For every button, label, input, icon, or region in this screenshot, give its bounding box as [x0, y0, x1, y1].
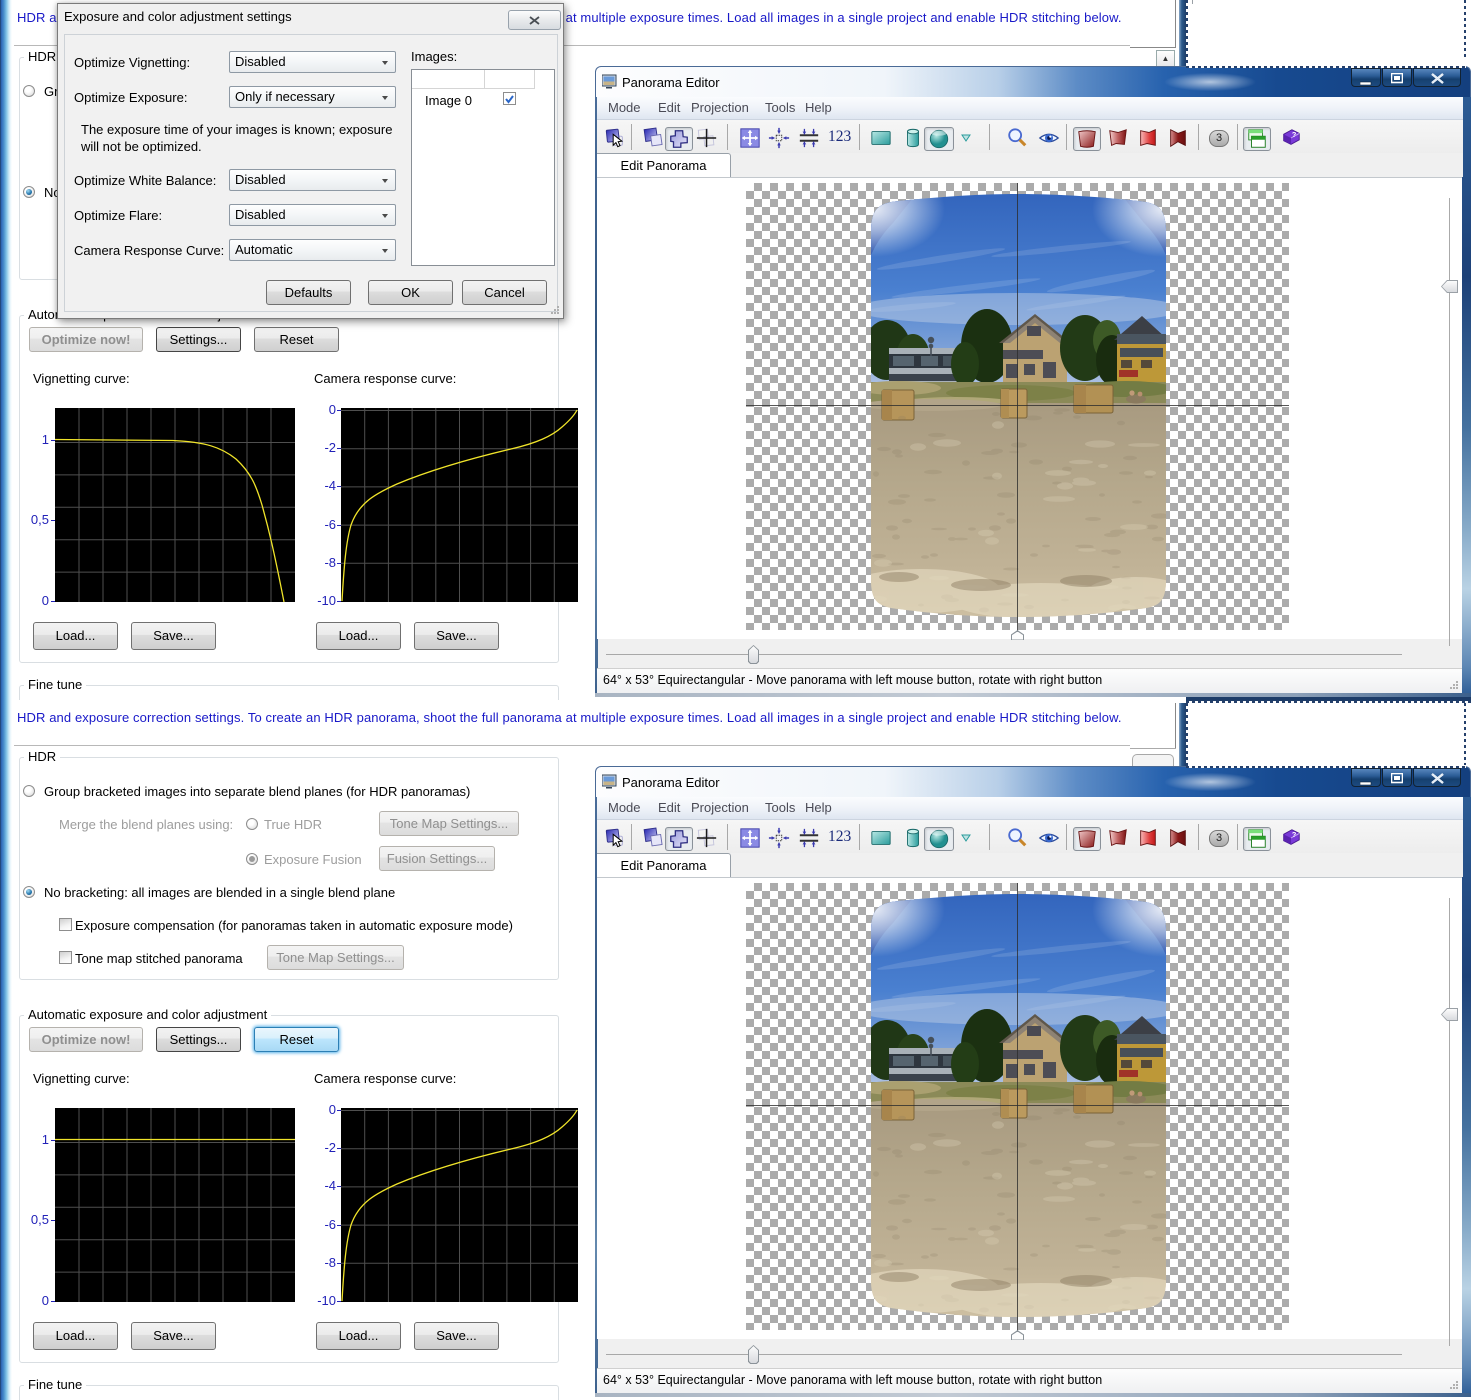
svg-text:?: ?	[1292, 130, 1297, 139]
svg-text:?: ?	[1292, 830, 1297, 839]
